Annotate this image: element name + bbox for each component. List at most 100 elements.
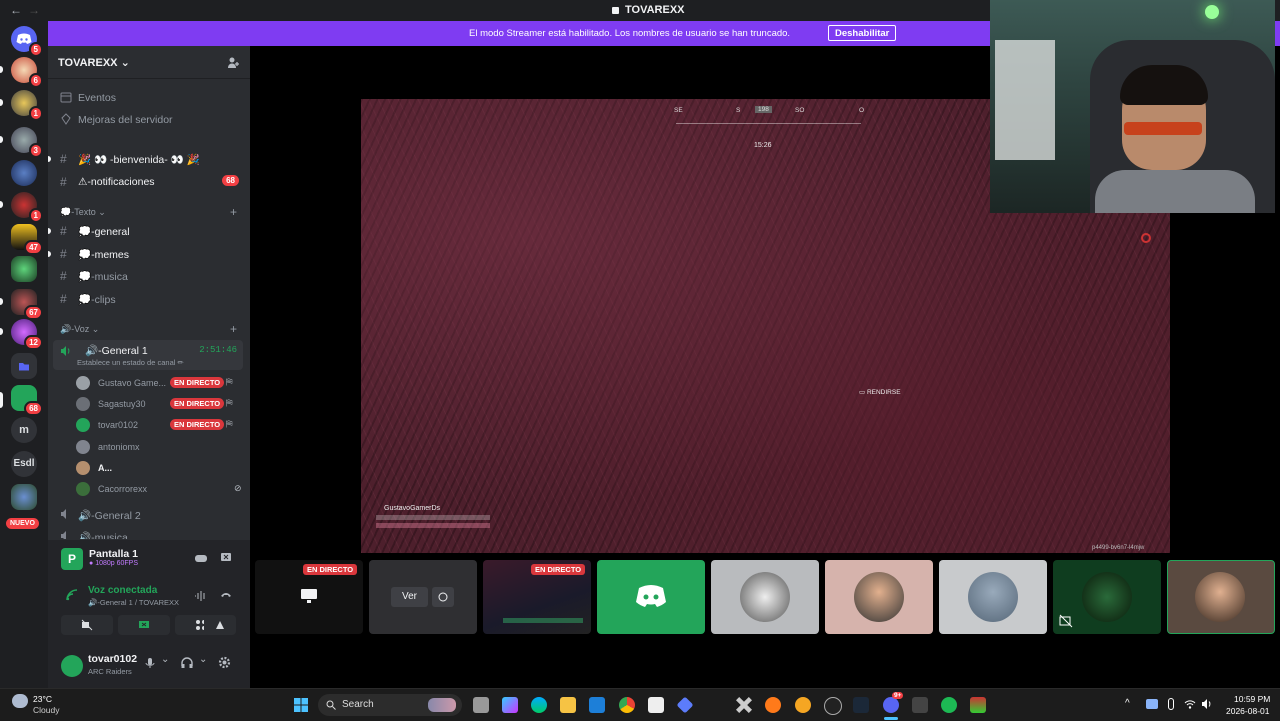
- participant-tile[interactable]: [1053, 560, 1161, 634]
- edge-icon[interactable]: [531, 697, 547, 713]
- stream-tile-watch[interactable]: Ver: [369, 560, 477, 634]
- discord-taskbar-icon[interactable]: 9+: [883, 692, 904, 713]
- stream-tile-preview[interactable]: EN DIRECTO: [483, 560, 591, 634]
- user-avatar[interactable]: [61, 655, 83, 677]
- server-icon-esdl[interactable]: Esdl: [11, 451, 37, 477]
- server-icon[interactable]: 67: [11, 289, 43, 320]
- obs-icon[interactable]: [824, 697, 842, 715]
- soundboard-button[interactable]: [204, 615, 236, 635]
- create-channel-plus-icon[interactable]: +: [230, 205, 237, 219]
- disable-streamer-button[interactable]: Deshabilitar: [828, 25, 897, 41]
- stop-stream-icon[interactable]: [220, 551, 232, 563]
- channel-musica[interactable]: # 💭-musica: [48, 266, 250, 286]
- server-icon[interactable]: [11, 484, 37, 510]
- discord-home-icon[interactable]: 5: [11, 26, 43, 57]
- app-icon[interactable]: [912, 697, 928, 713]
- server-icon[interactable]: [11, 160, 37, 186]
- forward-arrow-icon[interactable]: →: [28, 3, 40, 17]
- category-text[interactable]: 💭-Texto ⌄ +: [60, 205, 237, 219]
- weather-desc[interactable]: Cloudy: [33, 705, 59, 715]
- channel-label: 💭-memes: [78, 249, 129, 261]
- server-icon[interactable]: [11, 256, 37, 282]
- steam-icon[interactable]: [853, 697, 869, 713]
- stream-tile-screen[interactable]: EN DIRECTO: [255, 560, 363, 634]
- channel-welcome[interactable]: # 🎉 👀 -bienvenida- 👀 🎉: [48, 149, 250, 169]
- windows-start-icon[interactable]: [293, 697, 309, 713]
- task-view-icon[interactable]: [473, 697, 489, 713]
- clock-date[interactable]: 2026-08-01: [1226, 706, 1269, 716]
- events-item[interactable]: Eventos: [48, 88, 250, 108]
- noise-suppression-icon[interactable]: [194, 591, 208, 601]
- category-voice[interactable]: 🔊-Voz ⌄ +: [60, 322, 237, 336]
- file-explorer-icon[interactable]: [560, 697, 576, 713]
- popout-button[interactable]: [432, 587, 454, 607]
- user-name[interactable]: tovar0102: [88, 653, 137, 665]
- server-icon[interactable]: 47: [11, 224, 43, 255]
- headphones-icon[interactable]: [181, 657, 193, 669]
- participant-tile[interactable]: [711, 560, 819, 634]
- participant-tile[interactable]: [939, 560, 1047, 634]
- weather-icon[interactable]: [12, 694, 28, 708]
- gear-icon[interactable]: [218, 656, 231, 669]
- cloud-icon[interactable]: [1146, 699, 1158, 709]
- voice-user[interactable]: Gustavo Game... EN DIRECTO ⛿: [74, 373, 244, 393]
- folder-icon[interactable]: [11, 353, 37, 379]
- voice-user[interactable]: Cacorrorexx ⊘: [74, 479, 244, 499]
- server-boosts-item[interactable]: Mejoras del servidor: [48, 110, 250, 130]
- create-channel-plus-icon[interactable]: +: [230, 322, 237, 336]
- channel-clips[interactable]: # 💭-clips: [48, 289, 250, 309]
- wifi-icon[interactable]: [1184, 698, 1196, 710]
- signal-icon[interactable]: [66, 589, 78, 601]
- volume-icon[interactable]: [1201, 698, 1213, 710]
- copilot-icon[interactable]: [502, 697, 518, 713]
- invite-people-icon[interactable]: [227, 56, 240, 69]
- camera-off-button[interactable]: [61, 615, 113, 635]
- participant-tile-self[interactable]: [1167, 560, 1275, 634]
- popout-icon: [438, 592, 448, 602]
- voice-connected-label[interactable]: Voz conectada: [88, 585, 157, 596]
- watch-button[interactable]: Ver: [391, 587, 428, 607]
- voice-channel-general1[interactable]: 🔊-General 1 2:51:46 Establece un estado …: [53, 340, 243, 370]
- participant-tile-discord[interactable]: [597, 560, 705, 634]
- spotify-icon[interactable]: [941, 697, 957, 713]
- chevron-down-icon[interactable]: ⌄: [161, 654, 169, 665]
- tools-icon[interactable]: [736, 697, 752, 713]
- chrome-icon[interactable]: [619, 697, 635, 713]
- clock-time[interactable]: 10:59 PM: [1234, 694, 1270, 704]
- microphone-icon[interactable]: [145, 657, 155, 669]
- app-icon[interactable]: [795, 697, 811, 713]
- server-icon[interactable]: 6: [11, 57, 43, 88]
- server-icon[interactable]: 1: [11, 192, 43, 223]
- server-icon[interactable]: 1: [11, 90, 43, 121]
- disconnect-icon[interactable]: [220, 590, 232, 600]
- screen-share-button[interactable]: [118, 615, 170, 635]
- voice-user[interactable]: antoniomx: [74, 437, 244, 457]
- app-icon[interactable]: [970, 697, 986, 713]
- mail-icon[interactable]: [589, 697, 605, 713]
- channel-memes[interactable]: # 💭-memes: [48, 244, 250, 264]
- taskbar-search[interactable]: Search: [318, 694, 462, 716]
- participant-tile[interactable]: [825, 560, 933, 634]
- voice-channel-general2[interactable]: 🔊-General 2: [48, 505, 250, 525]
- chevron-up-icon[interactable]: ^: [1125, 698, 1130, 709]
- weather-temp[interactable]: 23°C: [33, 694, 52, 704]
- voice-user[interactable]: tovar0102 EN DIRECTO ⛿: [74, 415, 244, 435]
- app-icon[interactable]: [765, 697, 781, 713]
- voice-channel-musica[interactable]: 🔊-musica: [48, 527, 250, 539]
- voice-user[interactable]: A...: [74, 458, 244, 478]
- channel-notifications[interactable]: # ⚠-notificaciones 68: [48, 172, 250, 192]
- voice-user[interactable]: Sagastuy30 EN DIRECTO ⛿: [74, 394, 244, 414]
- channel-general[interactable]: # 💭-general: [48, 221, 250, 241]
- chevron-down-icon[interactable]: ⌄: [199, 654, 207, 665]
- guild-header[interactable]: TOVAREXX ⌄: [48, 46, 250, 79]
- gamepad-icon[interactable]: [194, 552, 208, 564]
- server-icon[interactable]: 68: [11, 385, 43, 416]
- channel-status[interactable]: Establece un estado de canal ✏: [77, 358, 184, 367]
- server-icon[interactable]: 3: [11, 127, 43, 158]
- server-icon-m[interactable]: m: [11, 417, 37, 443]
- server-icon[interactable]: 12: [11, 319, 43, 350]
- store-icon[interactable]: [648, 697, 664, 713]
- back-arrow-icon[interactable]: ←: [10, 3, 22, 17]
- microphone-icon[interactable]: [1168, 698, 1174, 710]
- app-icon[interactable]: [676, 696, 694, 714]
